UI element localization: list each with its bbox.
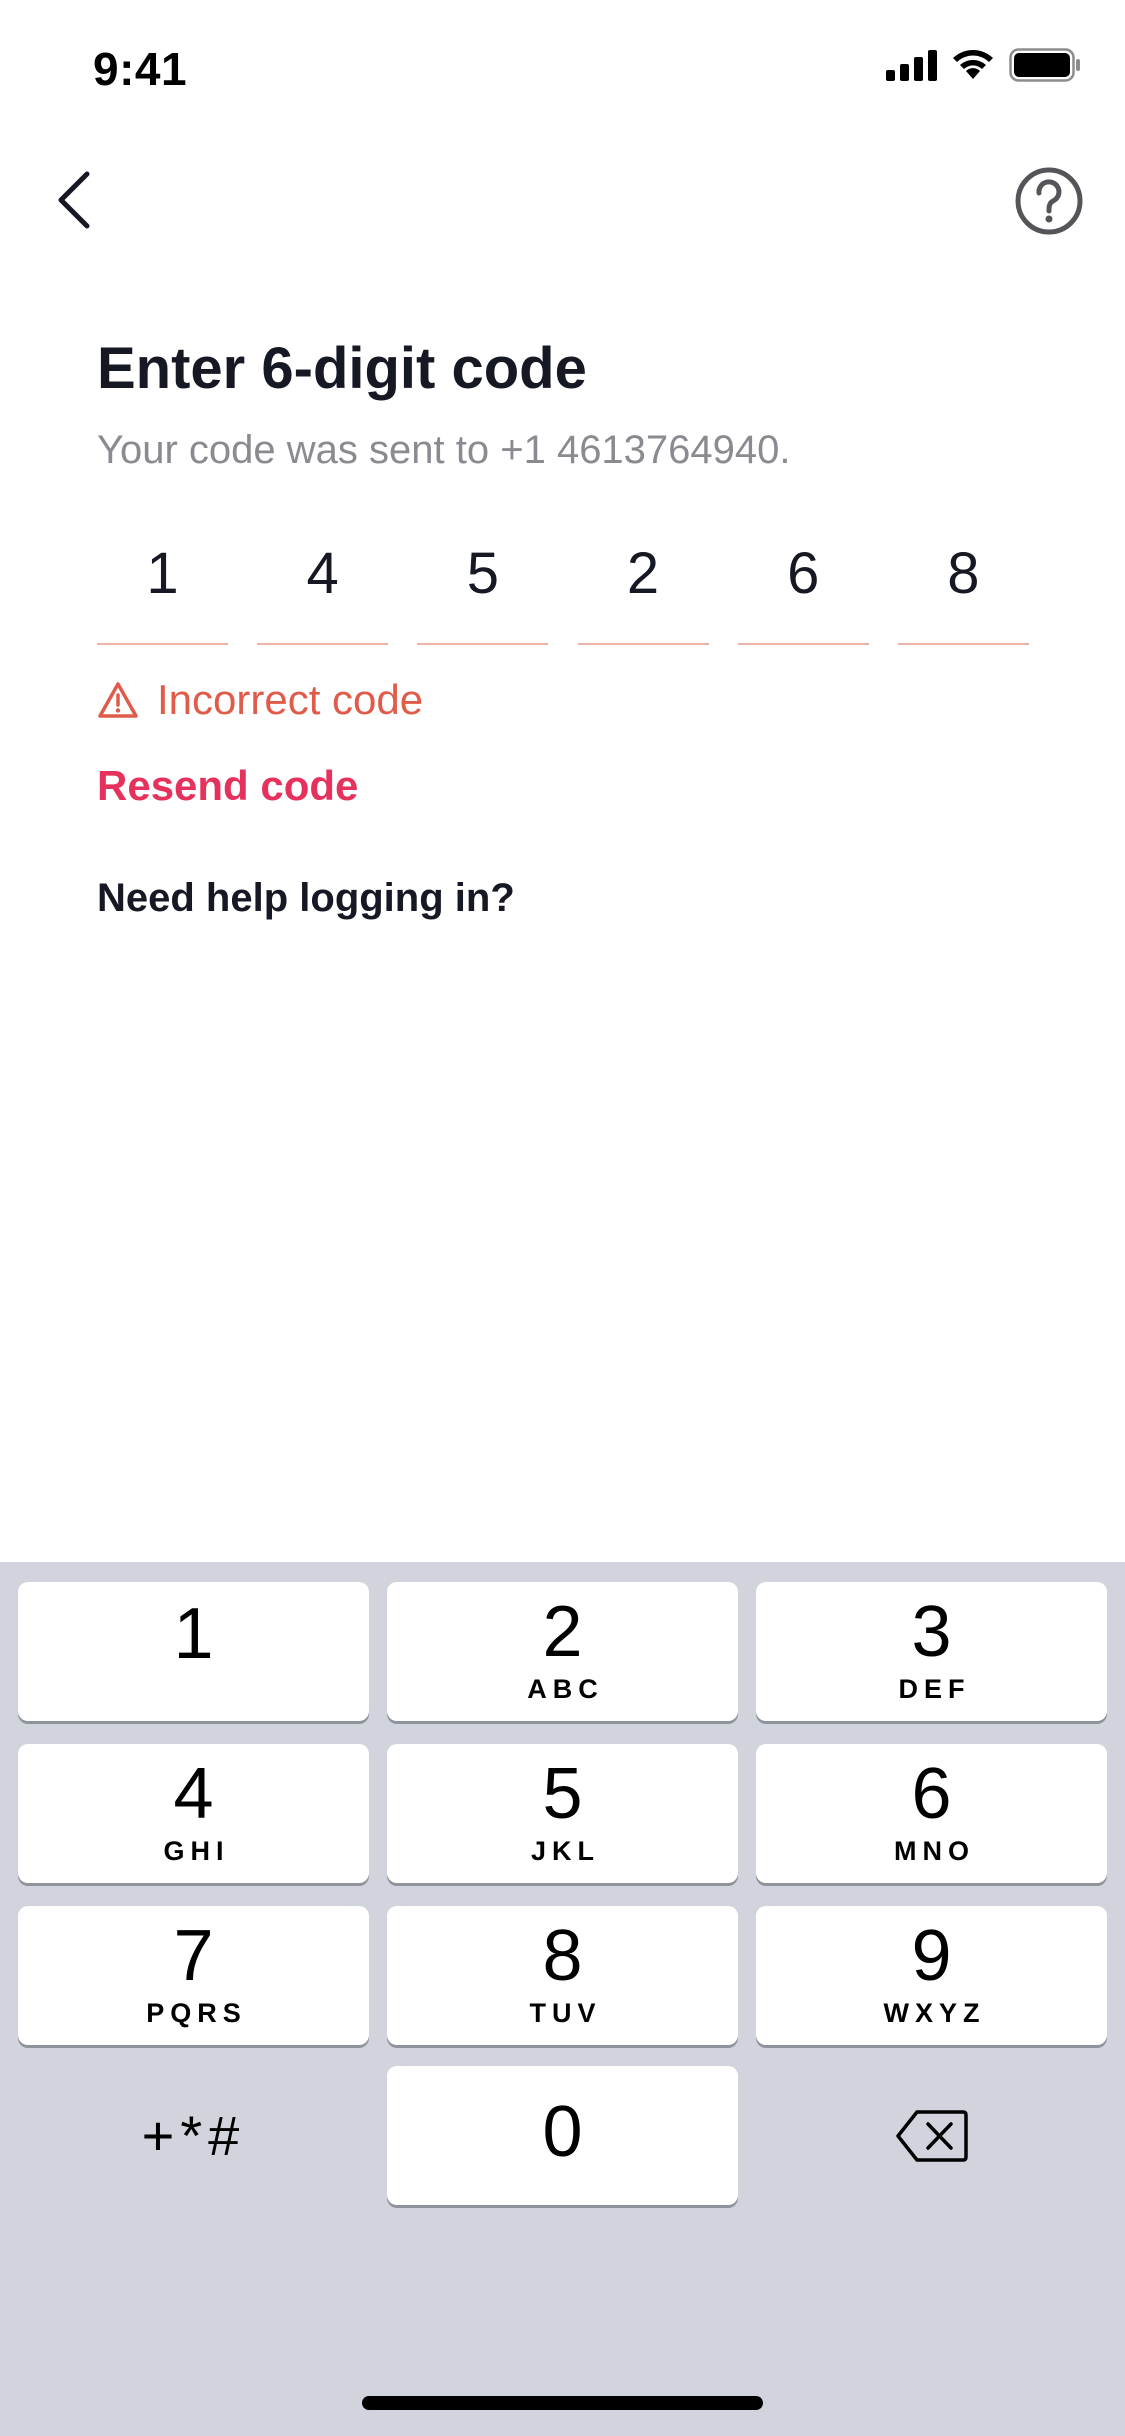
key-2[interactable]: 2 ABC [387,1582,738,1721]
key-letters: DEF [898,1674,971,1704]
code-input-row[interactable]: 1 4 5 2 6 8 [97,530,1029,645]
key-number: 1 [173,1594,214,1674]
key-1[interactable]: 1 [18,1582,369,1721]
symbols-label: +*# [141,2104,246,2167]
status-time: 9:41 [93,43,188,95]
error-text: Incorrect code [157,676,424,723]
key-number: 3 [911,1592,952,1672]
battery-icon [1009,48,1081,82]
key-number: 4 [173,1754,214,1834]
code-digit-field[interactable]: 8 [897,530,1029,645]
key-letters: PQRS [146,1998,247,2028]
key-number: 7 [173,1916,214,1996]
code-digit: 8 [947,541,980,606]
key-number: 8 [542,1916,583,1996]
chevron-left-icon [58,171,90,229]
key-number: 5 [542,1754,583,1834]
code-digit-field[interactable]: 2 [577,530,709,645]
key-letters: ABC [527,1674,604,1704]
code-digit: 4 [306,541,339,606]
status-icons [886,48,1081,82]
key-0[interactable]: 0 [387,2066,738,2205]
numeric-keypad: 1 2 ABC 3 DEF 4 GHI 5 JKL 6 MNO 7 PQRS 8… [0,1562,1125,2436]
status-bar: 9:41 [0,0,1125,140]
code-digit: 5 [466,541,499,606]
code-digit-field[interactable]: 5 [417,530,549,645]
need-help-link[interactable]: Need help logging in? [97,876,515,921]
backspace-icon [895,2109,968,2162]
wifi-icon [951,49,995,81]
code-digit-field[interactable]: 4 [257,530,389,645]
key-letters: TUV [529,1998,602,2028]
code-digit-field[interactable]: 1 [97,530,228,645]
key-5[interactable]: 5 JKL [387,1744,738,1883]
key-letters: GHI [163,1836,230,1866]
symbols-key[interactable]: +*# [18,2066,369,2205]
question-circle-icon [1015,167,1083,235]
key-letters: JKL [530,1836,600,1866]
back-button[interactable] [40,160,110,240]
key-9[interactable]: 9 WXYZ [756,1906,1107,2045]
key-7[interactable]: 7 PQRS [18,1906,369,2045]
key-3[interactable]: 3 DEF [756,1582,1107,1721]
key-letters: MNO [894,1836,975,1866]
code-digit-field[interactable]: 6 [737,530,869,645]
warning-triangle-icon [98,682,138,718]
page-title: Enter 6-digit code [97,336,587,401]
delete-key[interactable] [756,2066,1107,2205]
key-letters: WXYZ [883,1998,986,2028]
cellular-signal-icon [886,49,937,81]
code-sent-subtitle: Your code was sent to +1 4613764940. [97,428,791,472]
key-number: 6 [911,1754,952,1834]
help-button[interactable] [1013,165,1085,237]
key-number: 9 [911,1916,952,1996]
key-6[interactable]: 6 MNO [756,1744,1107,1883]
key-4[interactable]: 4 GHI [18,1744,369,1883]
home-indicator[interactable] [362,2396,763,2410]
code-digit: 6 [787,541,820,606]
code-digit: 2 [626,541,660,606]
code-digit: 1 [146,541,179,606]
error-message: Incorrect code [97,676,423,724]
key-8[interactable]: 8 TUV [387,1906,738,2045]
key-number: 0 [542,2092,583,2172]
resend-code-link[interactable]: Resend code [97,762,358,810]
key-number: 2 [542,1592,583,1672]
